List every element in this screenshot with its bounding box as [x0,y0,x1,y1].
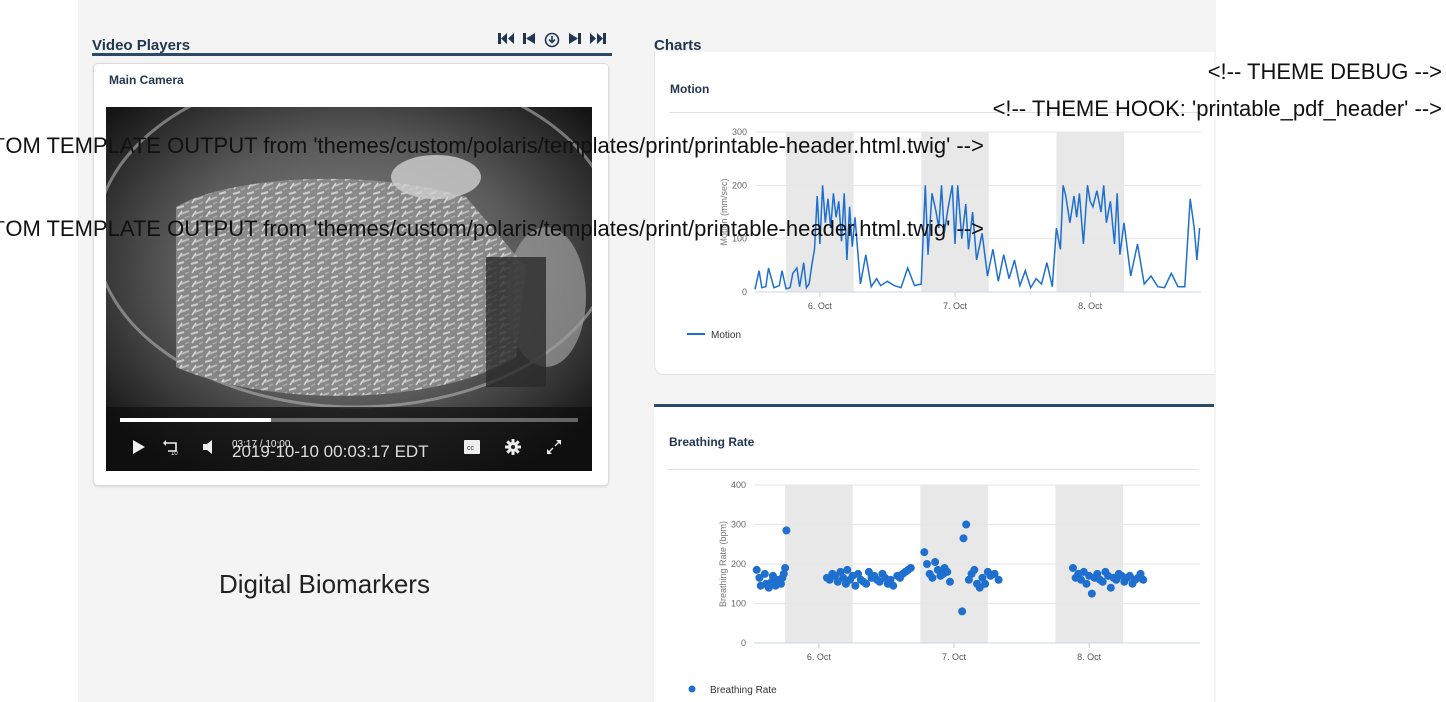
breathing-point [962,520,971,529]
y-tick-label: 400 [731,480,746,490]
step-forward-icon[interactable] [569,32,581,48]
breathing-point [1082,579,1091,588]
theme-debug-comment: <!-- THEME DEBUG --> [1207,59,1442,84]
breathing-point [945,577,954,586]
y-tick-label: 300 [731,520,746,530]
x-tick-label: 7. Oct [943,301,968,311]
play-icon[interactable] [132,439,146,460]
timestamp-overlay: 2019-10-10 00:03:17 EDT [232,442,429,461]
breathing-chart-rule [668,469,1198,470]
brand-text: Digital Biomarkers [219,569,430,599]
charts-header: Charts [654,10,1200,56]
skip-to-start-icon[interactable] [498,32,514,48]
breathing-point [994,575,1003,584]
breathing-point [931,558,940,567]
x-tick-label: 6. Oct [808,301,833,311]
breathing-point [1098,577,1107,586]
breathing-point [1106,583,1115,592]
legend-point-symbol [688,685,696,693]
theme-hook-comment: <!-- THEME HOOK: 'printable_pdf_header' … [992,96,1442,121]
main-camera-card: Main Camera 10 03:17 / 10:00 2019-10-10 … [93,63,609,486]
breathing-point [889,581,898,590]
y-tick-label: 200 [731,559,746,569]
breathing-point [928,573,937,582]
breathing-point [920,548,929,557]
y-tick-label: 100 [731,599,746,609]
breathing-chart-title: Breathing Rate [669,435,755,449]
transport-controls [498,32,606,48]
breathing-point [922,560,931,568]
breathing-point [782,526,791,535]
x-tick-label: 7. Oct [942,652,967,662]
breathing-point [1087,589,1096,598]
breathing-chart: 0 100 200 300 400 6. Oct 7. Oct 8. Oct Breathing… [688,480,1200,696]
x-tick-label: 8. Oct [1078,301,1103,311]
captions-icon[interactable]: cc [464,440,480,459]
camera-title: Main Camera [109,73,184,87]
breathing-point [851,581,860,590]
breathing-point [970,565,979,574]
template-output-comment-2: ˉOM TEMPLATE OUTPUT from 'themes/custom/… [0,216,984,241]
y-tick-label: 200 [732,180,747,190]
breathing-point [862,579,871,588]
legend-label: Motion [711,330,741,341]
breathing-point [959,534,968,543]
night-band [1056,132,1124,292]
y-tick-label: 0 [742,287,747,297]
svg-text:10: 10 [171,451,178,456]
breathing-point [1139,575,1148,584]
template-output-comment-1: ˉOM TEMPLATE OUTPUT from 'themes/custom/… [0,133,984,158]
breathing-point [958,607,967,616]
breathing-point [781,563,790,572]
download-icon[interactable] [544,32,560,48]
breathing-point [906,563,915,572]
video-players-header: Video Players [92,10,612,56]
legend-label: Breathing Rate [710,685,777,696]
progress-fill [120,418,272,422]
breathing-point [981,579,990,588]
replay-10-icon[interactable]: 10 [162,438,182,461]
settings-gear-icon[interactable] [504,438,522,461]
video-frame [106,107,592,471]
breathing-chart-card: Breathing Rate 0 100 200 300 400 6. Oct 7. Oct… [654,404,1214,702]
motion-chart-title: Motion [670,82,710,96]
video-players-title: Video Players [92,37,191,54]
skip-to-end-icon[interactable] [590,32,606,48]
breathing-point [843,565,852,574]
breathing-point [943,567,952,576]
progress-bar[interactable] [120,418,578,422]
svg-text:cc: cc [467,445,475,452]
video-controls: 10 03:17 / 10:00 2019-10-10 00:03:17 EDT… [106,427,592,471]
video-player[interactable]: 10 03:17 / 10:00 2019-10-10 00:03:17 EDT… [106,107,592,471]
breathing-point [760,569,769,578]
fullscreen-icon[interactable] [546,439,562,460]
breathing-point [752,565,761,574]
y-axis-label: Breathing Rate (bpm) [718,521,728,607]
breathing-point [1068,563,1077,572]
y-tick-label: 0 [741,638,746,648]
volume-icon[interactable] [202,439,218,460]
x-tick-label: 6. Oct [807,652,832,662]
step-back-icon[interactable] [523,32,535,48]
x-tick-label: 8. Oct [1077,652,1102,662]
